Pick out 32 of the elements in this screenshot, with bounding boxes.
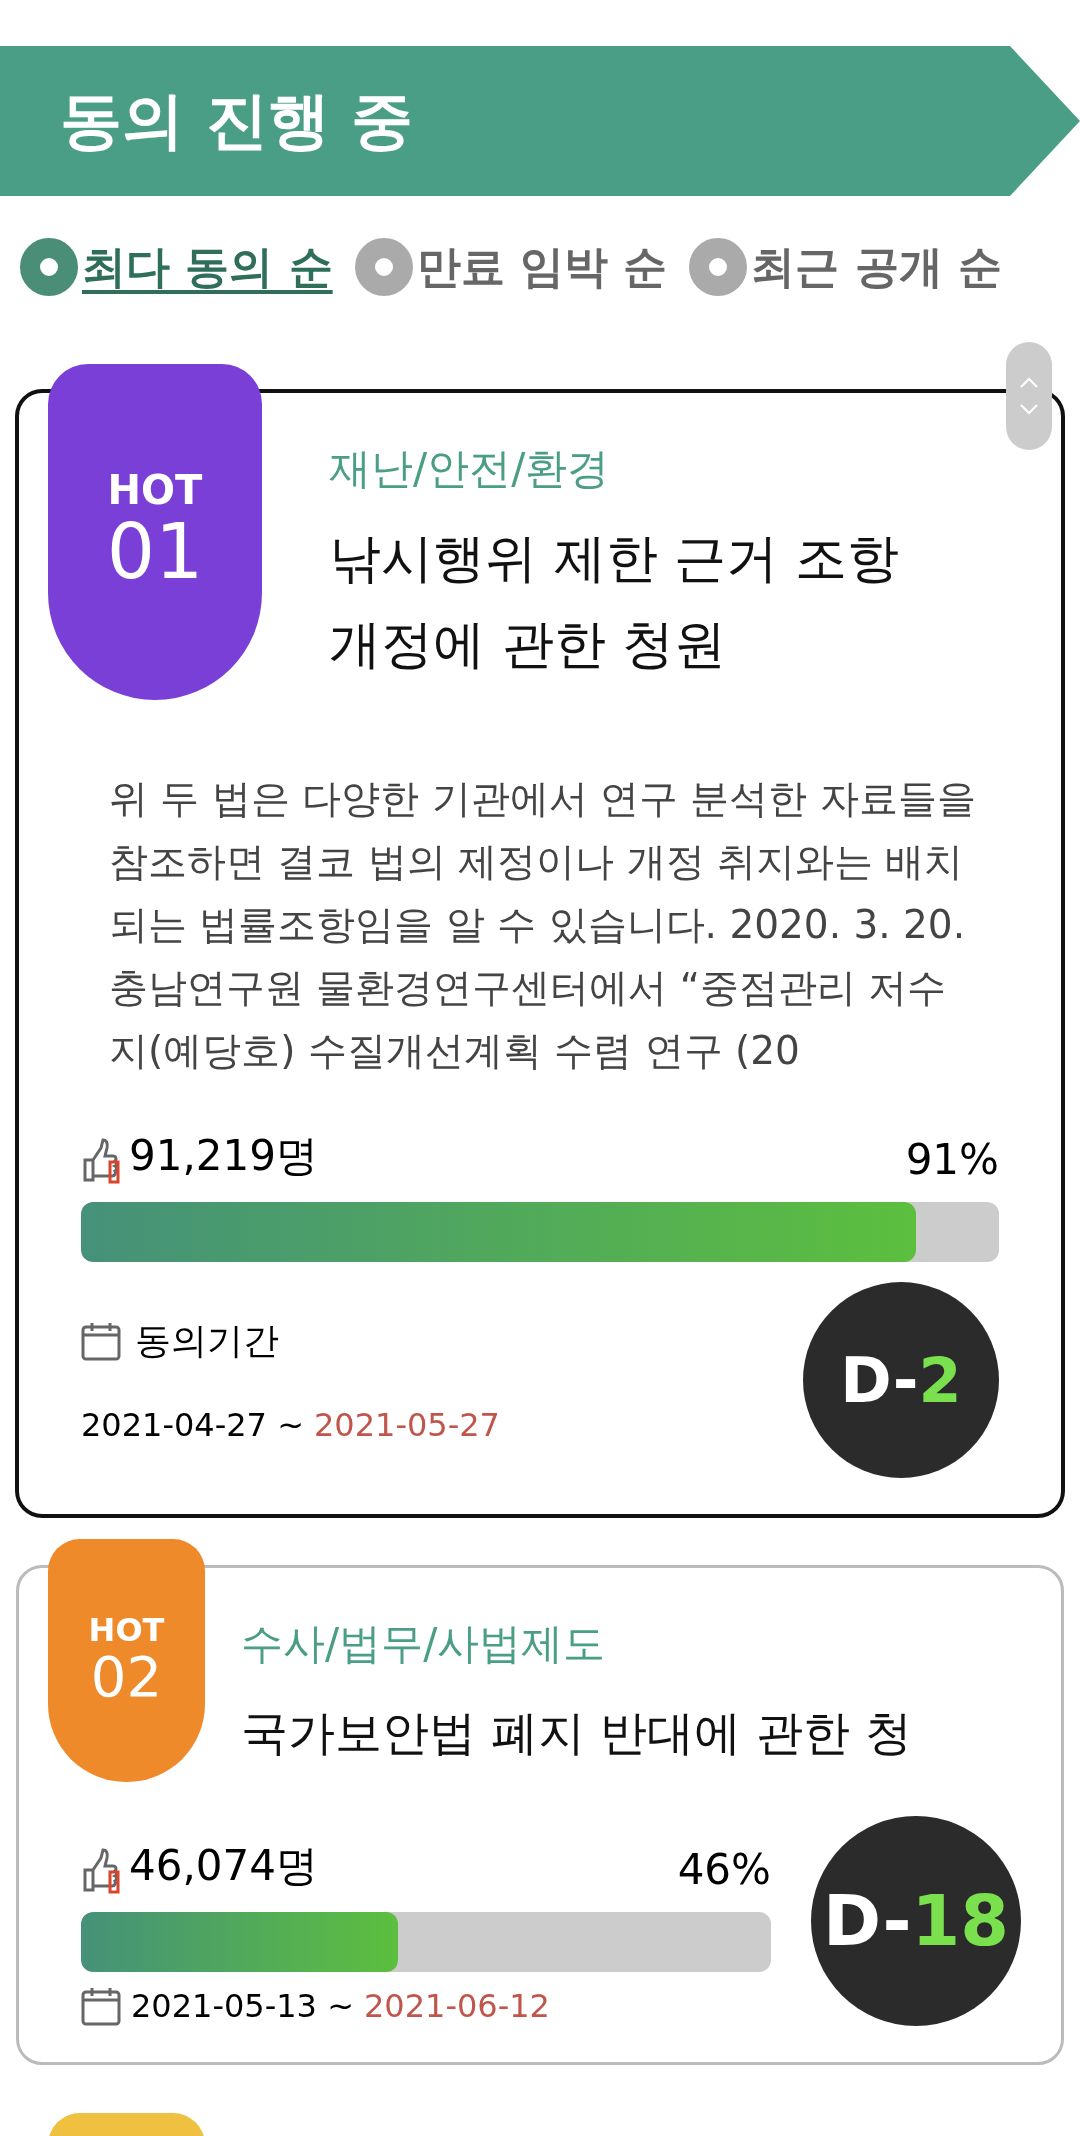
radio-icon [20, 238, 78, 296]
radio-icon [689, 238, 748, 296]
sort-option[interactable]: 최다 동의 순 [20, 237, 333, 297]
petition-title: 국가보안법 폐지 반대에 관한 청 [241, 1704, 913, 1762]
end-date: 2021-06-12 [363, 1987, 550, 2025]
petition-title: 낚시행위 제한 근거 조항 개정에 관한 청원 [329, 527, 900, 676]
hot-badge: HOT 02 [48, 1539, 205, 1782]
end-date: 2021-05-27 [313, 1405, 500, 1444]
chevron-up-icon [1019, 377, 1039, 389]
agree-count: 46,074명 [129, 1840, 318, 1892]
start-date: 2021-05-13 ~ [131, 1987, 354, 2025]
agree-percent: 46% [677, 1845, 771, 1894]
section-title: 동의 진행 중 [60, 83, 414, 159]
petition-category: 수사/법무/사법제도 [241, 1618, 607, 1670]
sort-option[interactable]: 최근 공개 순 [689, 237, 1002, 297]
agree-percent: 91% [905, 1135, 999, 1184]
period-label: 동의기간 [135, 1318, 279, 1363]
calendar-icon [81, 1986, 121, 2026]
calendar-icon [81, 1321, 121, 1361]
chevron-down-icon [1019, 403, 1039, 415]
agree-count: 91,219명 [129, 1130, 318, 1182]
hot-badge: HOT 01 [48, 364, 262, 700]
start-date: 2021-04-27 ~ [81, 1405, 304, 1444]
sort-option[interactable]: 만료 임박 순 [354, 237, 668, 297]
radio-icon [354, 238, 413, 296]
thumbs-up-icon [81, 1848, 121, 1894]
d-day-badge: D-2 [803, 1282, 999, 1478]
petition-card[interactable] [16, 390, 1064, 1517]
thumbs-up-icon [81, 1138, 121, 1184]
d-day-badge: D-18 [811, 1816, 1021, 2026]
petition-summary: 위 두 법은 다양한 기관에서 연구 분석한 자료들을 참조하면 결코 법의 제정이나 개정 취지와는 배치되는 법률조항임을 알 수 있습니다. 2020. 3. 20. 충남연구원 물환경연구센터에서 “중점관리 저수지(예당호) 수질개선계획 수렴 연구 (20 [109, 775, 977, 1075]
petition-category: 재난/안전/환경 [329, 443, 611, 495]
